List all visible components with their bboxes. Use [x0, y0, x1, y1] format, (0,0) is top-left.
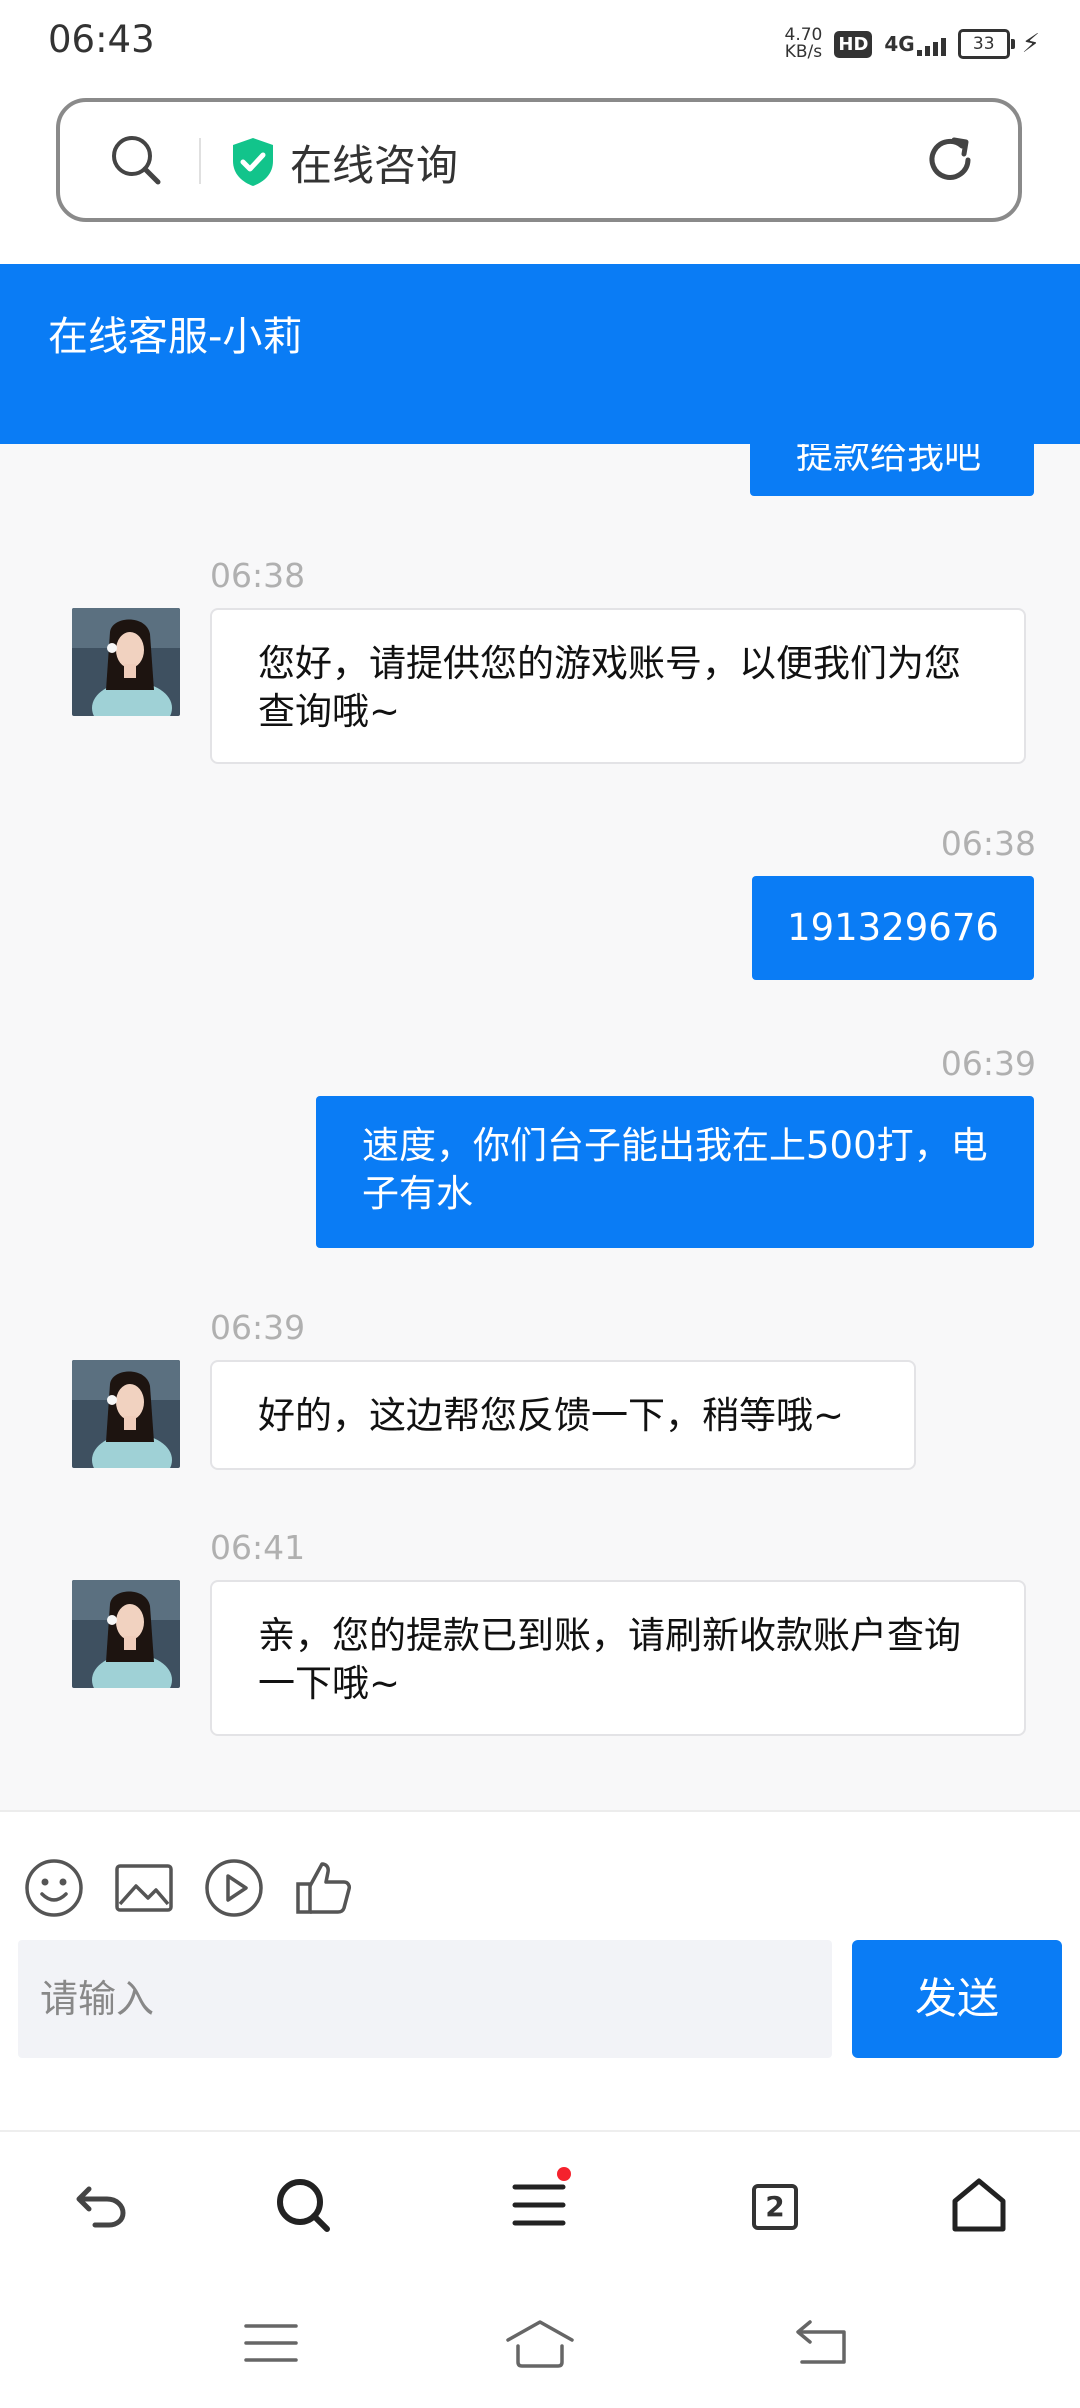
- outgoing-message: 提款给我吧: [750, 444, 1034, 496]
- status-bar: 06:43 4.70 KB/s HD 4G 33 ⚡: [0, 0, 1080, 84]
- refresh-icon[interactable]: [922, 132, 978, 192]
- message-timestamp: 06:38: [940, 824, 1036, 863]
- search-icon: [273, 2175, 333, 2239]
- message-timestamp: 06:41: [210, 1528, 306, 1567]
- tab-count: 2: [752, 2184, 798, 2230]
- charging-icon: ⚡: [1021, 29, 1040, 59]
- message-text: 191329676: [787, 906, 999, 949]
- emoji-icon[interactable]: [22, 1856, 86, 1924]
- address-bar[interactable]: 在线咨询: [56, 98, 1022, 222]
- page-title[interactable]: 在线咨询: [290, 132, 458, 193]
- network-speed-unit: KB/s: [784, 42, 823, 62]
- message-composer: 发送: [0, 1810, 1080, 2132]
- message-timestamp: 06:38: [210, 556, 306, 595]
- status-indicators: 4.70 KB/s HD 4G 33 ⚡: [785, 22, 1040, 66]
- system-back-icon[interactable]: [794, 2318, 850, 2372]
- divider: [199, 138, 201, 184]
- menu-icon: [509, 2167, 571, 2239]
- battery-icon: 33: [957, 29, 1015, 59]
- notification-dot: [557, 2167, 571, 2181]
- image-icon[interactable]: [112, 1856, 176, 1924]
- message-input-box[interactable]: [18, 1940, 832, 2058]
- home-button[interactable]: [944, 2172, 1014, 2242]
- incoming-message: 亲，您的提款已到账，请刷新收款账户查询一下哦~: [210, 1580, 1026, 1736]
- agent-avatar[interactable]: [72, 1360, 180, 1468]
- message-timestamp: 06:39: [940, 1044, 1036, 1083]
- battery-level: 33: [972, 34, 995, 54]
- message-text: 亲，您的提款已到账，请刷新收款账户查询一下哦~: [258, 1614, 961, 1705]
- network-speed: 4.70 KB/s: [785, 27, 823, 61]
- tabs-button[interactable]: 2: [740, 2172, 810, 2242]
- agent-avatar[interactable]: [72, 608, 180, 716]
- recent-apps-icon[interactable]: [244, 2318, 298, 2372]
- network-type: 4G: [884, 32, 915, 56]
- search-button[interactable]: [268, 2172, 338, 2242]
- message-list[interactable]: 提款给我吧 06:38 您好，请提供您的游戏账号，以便我们为您查询哦~ 06:3…: [0, 444, 1080, 1810]
- incoming-message: 您好，请提供您的游戏账号，以便我们为您查询哦~: [210, 608, 1026, 764]
- search-icon[interactable]: [108, 132, 164, 192]
- system-home-icon[interactable]: [504, 2318, 576, 2374]
- menu-button[interactable]: [504, 2167, 574, 2242]
- agent-name: 在线客服-小莉: [48, 314, 303, 360]
- signal-icon: 4G: [884, 32, 946, 56]
- outgoing-message: 速度，你们台子能出我在上500打，电子有水: [316, 1096, 1034, 1248]
- chat-header: 在线客服-小莉: [0, 264, 1080, 444]
- home-icon: [949, 2175, 1009, 2239]
- incoming-message: 好的，这边帮您反馈一下，稍等哦~: [210, 1360, 916, 1470]
- outgoing-message: 191329676: [752, 876, 1034, 980]
- send-button[interactable]: 发送: [852, 1940, 1062, 2058]
- agent-avatar[interactable]: [72, 1580, 180, 1688]
- system-navigation-bar: [0, 2280, 1080, 2408]
- browser-toolbar: 2: [0, 2130, 1080, 2282]
- back-button[interactable]: [66, 2172, 136, 2242]
- message-text: 速度，你们台子能出我在上500打，电子有水: [362, 1124, 988, 1215]
- message-input[interactable]: [18, 1940, 832, 2058]
- message-timestamp: 06:39: [210, 1308, 306, 1347]
- undo-arrow-icon: [71, 2175, 131, 2239]
- message-text: 好的，这边帮您反馈一下，稍等哦~: [258, 1394, 845, 1437]
- hd-badge: HD: [834, 30, 873, 58]
- thumbs-up-icon[interactable]: [292, 1856, 356, 1924]
- message-text: 提款给我吧: [796, 444, 981, 477]
- shield-check-icon: [230, 136, 276, 192]
- video-icon[interactable]: [202, 1856, 266, 1924]
- message-text: 您好，请提供您的游戏账号，以便我们为您查询哦~: [258, 642, 961, 733]
- status-time: 06:43: [48, 18, 155, 61]
